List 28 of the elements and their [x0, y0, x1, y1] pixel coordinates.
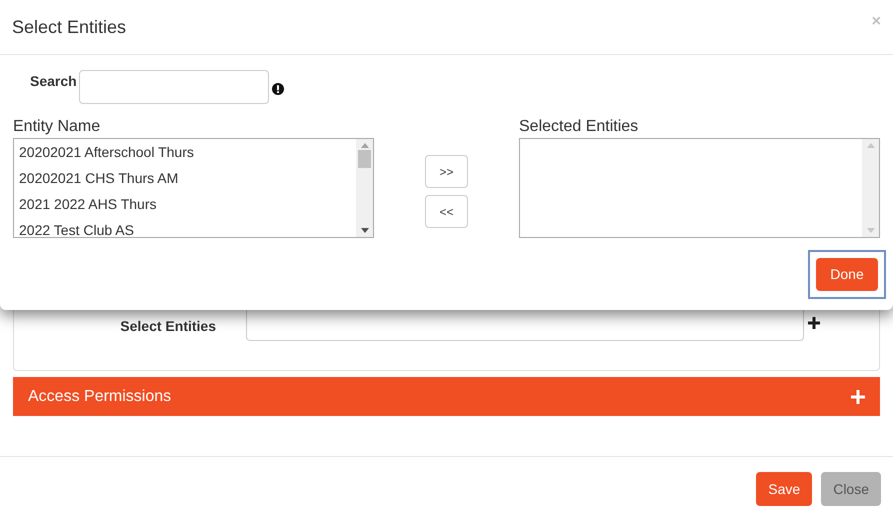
select-entities-label: Select Entities [119, 317, 216, 336]
save-button[interactable]: Save [756, 472, 812, 506]
scrollbar-thumb[interactable] [358, 150, 371, 168]
move-button[interactable]: >> [425, 155, 468, 188]
search-field[interactable] [78, 70, 269, 104]
down-arrow-icon[interactable] [360, 228, 368, 233]
selected-entities-label: Selected Entities [519, 117, 640, 137]
section-header[interactable]: Access Permissions [13, 377, 880, 416]
entity-option[interactable]: 2022 Test Club AS [14, 217, 356, 237]
close-button[interactable]: Close [821, 472, 881, 506]
entity-option[interactable]: 20202021 CHS Thurs AM [14, 165, 356, 191]
exclamation-icon [272, 82, 284, 94]
search-label: Search [30, 72, 77, 91]
plus-icon[interactable] [808, 317, 820, 329]
done-button[interactable]: Done [816, 258, 878, 291]
scrollbar[interactable] [862, 139, 879, 237]
entity-name-label: Entity Name [13, 117, 102, 137]
up-arrow-icon[interactable] [360, 143, 368, 148]
dialog-title: Select Entities [12, 16, 126, 38]
entity-option[interactable]: 20202021 Afterschool Thurs [14, 139, 356, 165]
select-entities-field[interactable] [246, 310, 804, 341]
plus-icon [851, 390, 865, 404]
entity-list[interactable]: 20202021 Afterschool Thurs 20202021 CHS Thurs AM 2021 2022 AHS Thurs 2022 Test Club AS [13, 138, 374, 238]
up-arrow-icon[interactable] [866, 143, 874, 148]
move-button[interactable]: << [425, 195, 468, 228]
selected-entities-list[interactable] [519, 138, 880, 238]
entity-option[interactable]: 2021 2022 AHS Thurs [14, 191, 356, 217]
scrollbar[interactable] [356, 139, 373, 237]
